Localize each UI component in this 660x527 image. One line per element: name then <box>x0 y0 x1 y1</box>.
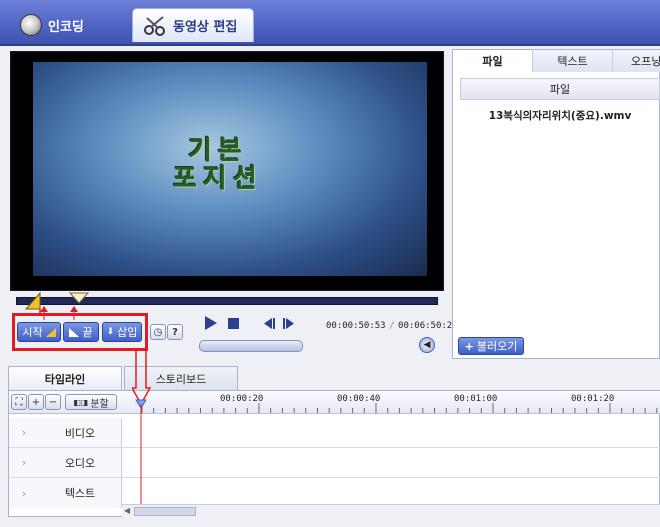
tab-video-edit-label: 동영상 편집 <box>173 20 238 35</box>
timeline-toolbar: ⛶ + − ◧◨ 분할 <box>9 391 123 414</box>
play-icon[interactable] <box>204 316 218 330</box>
insert-icon: ⬇ <box>106 327 115 337</box>
tab-file[interactable]: 파일 <box>453 50 533 72</box>
split-button[interactable]: ◧◨ 분할 <box>65 394 117 410</box>
video-preview-screen: 기본 포지션 <box>33 62 427 276</box>
tab-video-edit[interactable]: 동영상 편집 <box>132 8 254 42</box>
track-label-audio[interactable]: › 오디오 <box>9 448 122 478</box>
help-button[interactable]: ? <box>167 324 183 340</box>
track-label-text[interactable]: › 텍스트 <box>9 478 122 508</box>
ruler-label: 00:00:40 <box>337 394 381 404</box>
file-list-item[interactable]: 13복식의자리위치(중요).wmv <box>460 108 660 123</box>
scroll-left-icon[interactable]: ◀ <box>124 506 130 515</box>
horizontal-scrollbar[interactable]: ◀ <box>122 504 660 517</box>
chevron-right-icon[interactable]: › <box>9 426 39 439</box>
tab-opening-label: 오프닝 <box>631 55 660 68</box>
chevron-right-icon[interactable]: › <box>9 456 39 469</box>
tab-storyboard-label: 스토리보드 <box>155 372 207 386</box>
ruler-ticks <box>141 403 658 413</box>
insert-button[interactable]: ⬇ 삽입 <box>102 322 142 342</box>
current-time: 00:00:50:53 <box>326 321 386 331</box>
tab-text-label: 텍스트 <box>557 55 588 68</box>
film-reel-icon <box>20 14 42 36</box>
prev-frame-icon[interactable] <box>264 318 276 329</box>
ruler-label: 00:01:00 <box>454 394 498 404</box>
scroll-thumb[interactable] <box>134 507 196 516</box>
tab-encoding[interactable]: 인코딩 <box>10 8 128 42</box>
track-name: 오디오 <box>64 456 96 470</box>
video-caption-line2: 포지션 <box>173 164 263 194</box>
track-name: 비디오 <box>64 426 96 440</box>
file-column-header: 파일 <box>460 78 660 100</box>
zoom-in-button[interactable]: + <box>28 394 44 410</box>
speaker-icon: ◀ <box>423 340 431 350</box>
ruler-label: 00:00:20 <box>220 394 264 404</box>
total-time: 00:06:50:24 <box>398 321 458 331</box>
volume-slider[interactable] <box>199 340 303 352</box>
track-row-video[interactable] <box>122 418 660 448</box>
split-icon: ◧◨ <box>73 397 89 407</box>
fit-icon: ⛶ <box>15 396 23 408</box>
scissors-icon <box>143 15 167 37</box>
clock-button[interactable]: ◷ <box>150 324 166 340</box>
tab-encoding-label: 인코딩 <box>48 19 84 35</box>
top-tab-bar: 인코딩 동영상 편집 <box>0 0 660 46</box>
start-button[interactable]: 시작 <box>17 322 61 342</box>
end-button-label: 끝 <box>82 326 93 339</box>
track-name: 텍스트 <box>64 487 96 500</box>
split-button-label: 분할 <box>90 398 109 410</box>
load-button-label: 불러오기 <box>476 340 518 353</box>
plus-icon: + <box>464 339 474 353</box>
speaker-button[interactable]: ◀ <box>419 337 435 353</box>
time-separator: / <box>389 321 395 331</box>
zoom-in-icon: + <box>31 396 41 408</box>
time-display: 00:00:50:53 / 00:06:50:24 <box>326 318 458 331</box>
end-marker-icon[interactable] <box>68 291 90 305</box>
stop-icon[interactable] <box>228 318 239 329</box>
fit-button[interactable]: ⛶ <box>11 394 27 410</box>
track-label-video[interactable]: › 비디오 <box>9 418 122 448</box>
tab-timeline[interactable]: 타임라인 <box>8 366 122 390</box>
help-label: ? <box>172 326 178 338</box>
tab-text[interactable]: 텍스트 <box>533 50 613 72</box>
start-button-label: 시작 <box>22 326 43 339</box>
timeline-ruler[interactable]: 00:00:20 00:00:40 00:01:00 00:01:20 <box>122 391 660 414</box>
tab-file-label: 파일 <box>482 55 503 68</box>
end-wedge-icon <box>69 327 80 337</box>
playhead[interactable] <box>132 348 152 508</box>
clock-icon: ◷ <box>153 326 163 338</box>
zoom-out-button[interactable]: − <box>45 394 61 410</box>
video-caption: 기본 포지션 <box>173 137 263 193</box>
next-frame-icon[interactable] <box>282 318 294 329</box>
end-button[interactable]: 끝 <box>63 322 99 342</box>
load-button[interactable]: + 불러오기 <box>458 337 524 355</box>
ruler-label: 00:01:20 <box>571 394 615 404</box>
chevron-right-icon[interactable]: › <box>9 487 39 500</box>
tab-opening[interactable]: 오프닝 <box>613 50 660 72</box>
insert-button-label: 삽입 <box>117 326 138 339</box>
file-column-header-label: 파일 <box>549 83 571 96</box>
zoom-out-icon: − <box>48 396 58 408</box>
tab-timeline-label: 타임라인 <box>44 372 86 386</box>
video-caption-line1: 기본 <box>187 136 248 166</box>
track-row-audio[interactable] <box>122 448 660 478</box>
start-wedge-icon <box>45 327 56 337</box>
